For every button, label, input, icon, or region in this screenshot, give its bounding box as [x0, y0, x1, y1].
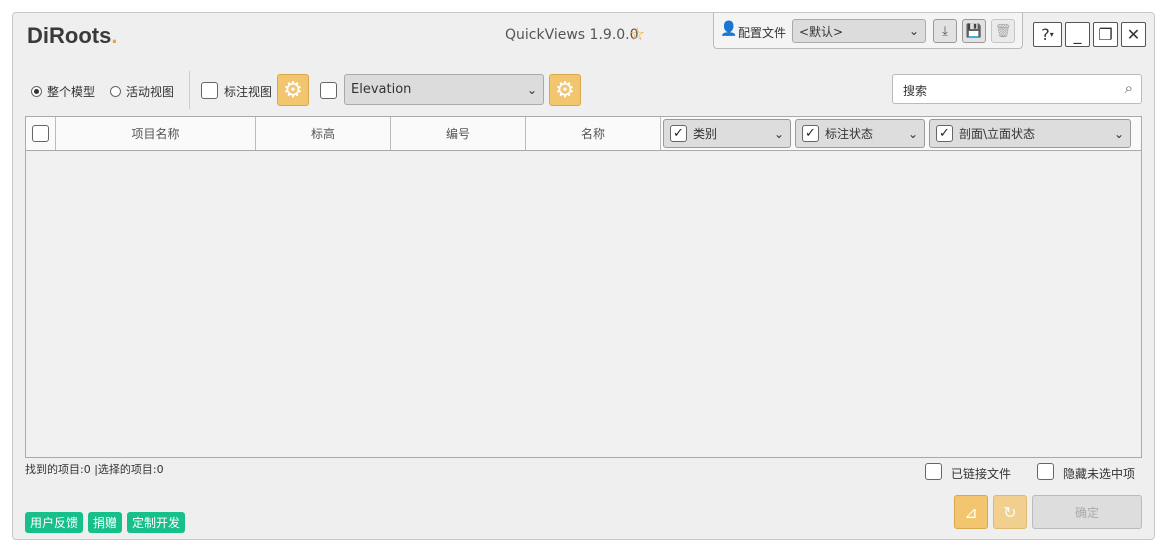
user-icon: 👤: [720, 21, 738, 37]
items-table: 项目名称 标高 编号 名称 ✓ 类别 ⌄ ✓ 标注状态 ⌄ ✓ 剖面\立面状态 ⌄: [25, 116, 1142, 458]
chevron-down-icon: ⌄: [773, 126, 784, 141]
profile-value: <默认>: [799, 24, 844, 39]
chevron-down-icon: ⌄: [907, 126, 918, 141]
search-icon: ⌕: [1124, 79, 1133, 97]
col-number[interactable]: 编号: [391, 117, 526, 150]
whole-model-label: 整个模型: [47, 85, 96, 99]
select-all-checkbox[interactable]: [32, 125, 49, 142]
annotate-action-icon[interactable]: ⊿: [954, 495, 988, 529]
radio-whole-model[interactable]: [31, 86, 42, 97]
ok-button[interactable]: 确定: [1032, 495, 1142, 529]
linked-files-checkbox[interactable]: [925, 463, 942, 480]
profile-panel: 👤 配置文件 <默认> ⌄ ⤓ 💾 🗑: [713, 13, 1023, 49]
favorite-star-icon[interactable]: ☆: [629, 24, 645, 45]
view-type-checkbox[interactable]: [320, 82, 337, 99]
help-button[interactable]: ? ▾: [1033, 22, 1062, 47]
save-icon[interactable]: 💾: [962, 19, 986, 43]
annotate-view-label: 标注视图: [224, 85, 273, 99]
col-level[interactable]: 标高: [256, 117, 391, 150]
delete-icon[interactable]: 🗑: [991, 19, 1015, 43]
active-view-label: 活动视图: [126, 85, 175, 99]
app-title: QuickViews 1.9.0.0: [505, 27, 639, 43]
view-type-select[interactable]: Elevation ⌄: [344, 74, 544, 105]
profile-label: 配置文件: [738, 26, 787, 40]
hide-unselected-checkbox[interactable]: [1037, 463, 1054, 480]
custom-dev-button[interactable]: 定制开发: [127, 512, 186, 533]
restore-button[interactable]: ❐: [1093, 22, 1118, 47]
feedback-button[interactable]: 用户反馈: [25, 512, 84, 533]
divider: [189, 71, 190, 109]
diroots-logo: DiRoots.: [27, 23, 118, 48]
table-header: 项目名称 标高 编号 名称 ✓ 类别 ⌄ ✓ 标注状态 ⌄ ✓ 剖面\立面状态 ⌄: [26, 117, 1141, 151]
radio-active-view[interactable]: [110, 86, 122, 97]
profile-select[interactable]: <默认> ⌄: [792, 19, 926, 43]
refresh-action-icon[interactable]: ↻: [993, 495, 1027, 529]
donate-button[interactable]: 捐赠: [88, 512, 123, 533]
annotate-view-checkbox[interactable]: [201, 82, 218, 99]
filter-category[interactable]: ✓ 类别 ⌄: [663, 119, 791, 148]
linked-files-label: 已链接文件: [951, 467, 1012, 481]
chevron-down-icon: ⌄: [908, 24, 919, 38]
filter-annotation-status[interactable]: ✓ 标注状态 ⌄: [795, 119, 925, 148]
minimize-button[interactable]: _: [1065, 22, 1090, 47]
view-settings-gear-icon[interactable]: ⚙: [549, 74, 581, 106]
import-icon[interactable]: ⤓: [933, 19, 957, 43]
status-text: 找到的项目:0 |选择的项目:0: [25, 463, 164, 476]
close-button[interactable]: ✕: [1121, 22, 1146, 47]
main-window: DiRoots. QuickViews 1.9.0.0 ☆ 👤 配置文件 <默认…: [12, 12, 1155, 540]
hide-unselected-label: 隐藏未选中项: [1063, 467, 1136, 481]
search-input[interactable]: 搜索 ⌕: [892, 74, 1142, 104]
annotate-settings-gear-icon[interactable]: ⚙: [277, 74, 309, 106]
chevron-down-icon: ⌄: [1113, 126, 1124, 141]
filter-section-status[interactable]: ✓ 剖面\立面状态 ⌄: [929, 119, 1131, 148]
chevron-down-icon: ⌄: [526, 82, 537, 97]
col-project-name[interactable]: 项目名称: [56, 117, 256, 150]
col-name[interactable]: 名称: [526, 117, 661, 150]
